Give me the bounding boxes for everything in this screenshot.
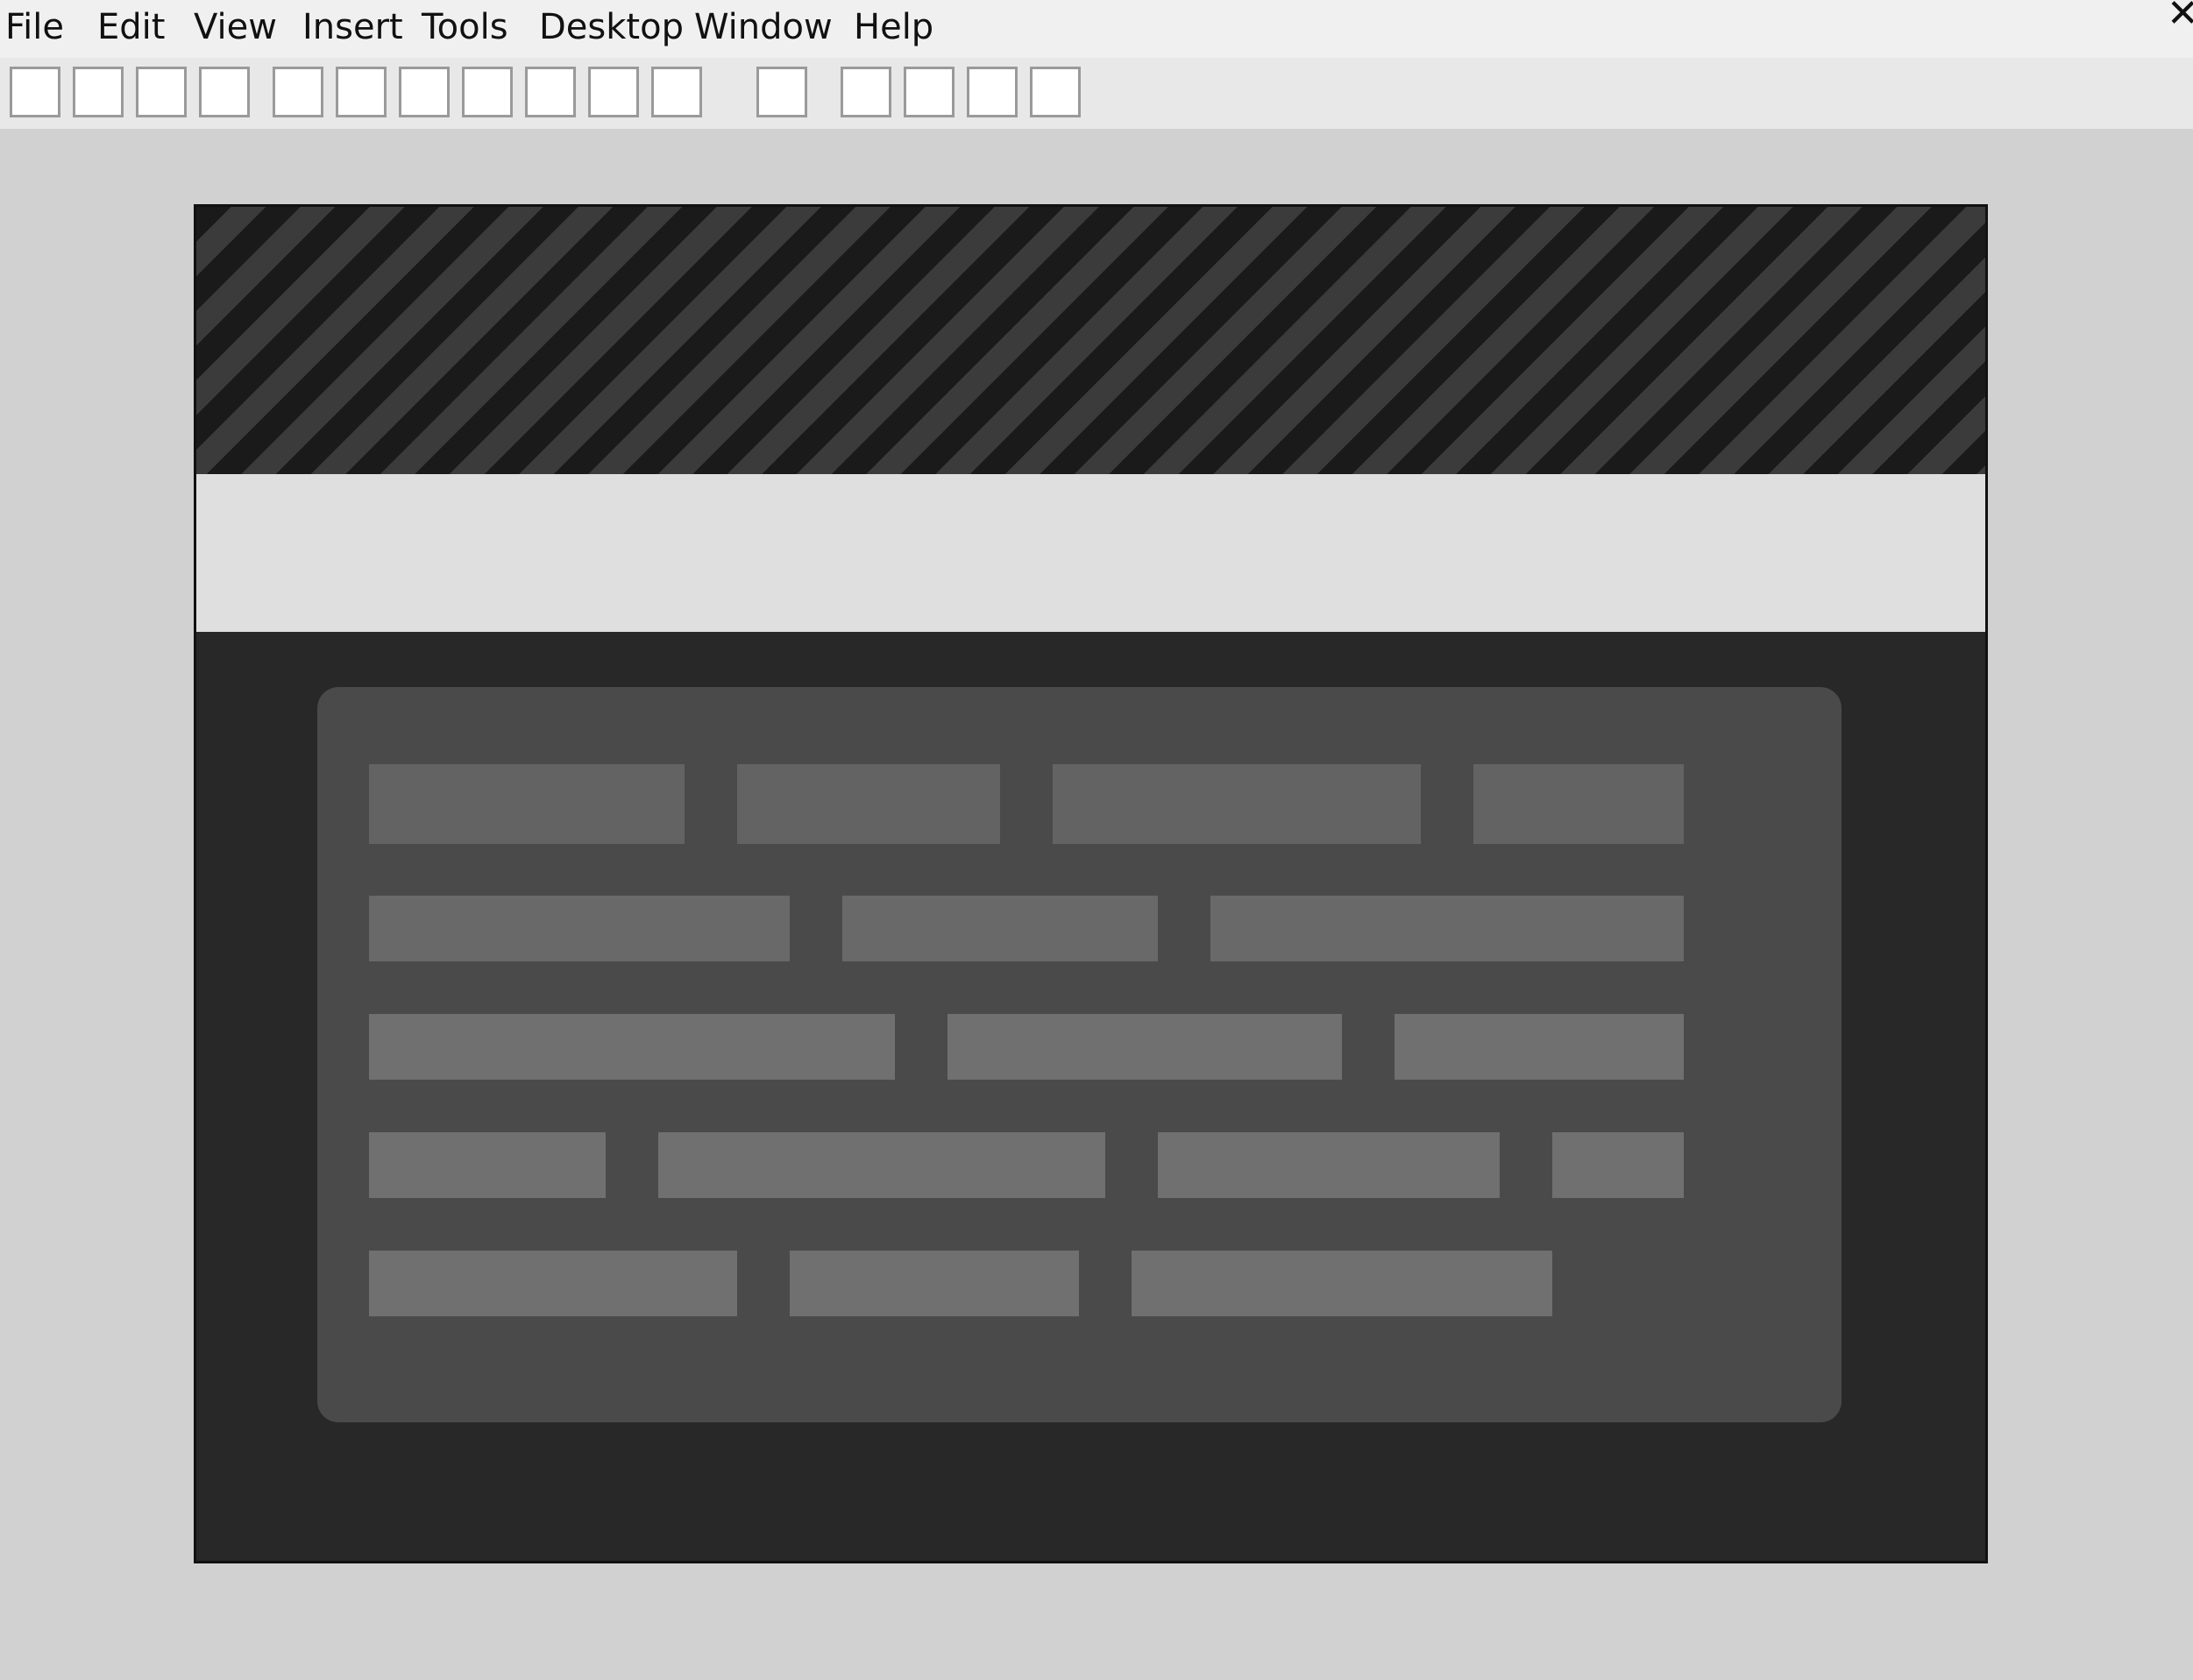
toolbar-button-15[interactable]	[967, 67, 1018, 117]
placeholder-block	[1158, 1132, 1500, 1198]
placeholder-block	[1132, 1251, 1552, 1316]
menu-file[interactable]: File	[5, 5, 64, 49]
menu-desktop[interactable]: Desktop	[539, 5, 684, 49]
placeholder-block	[1395, 1014, 1684, 1080]
placeholder-block	[1473, 764, 1684, 844]
toolbar-button-7[interactable]	[399, 67, 450, 117]
menu-edit[interactable]: Edit	[97, 5, 165, 49]
placeholder-block	[790, 1251, 1079, 1316]
placeholder-block	[737, 764, 1000, 844]
placeholder-block	[1552, 1132, 1684, 1198]
toolbar-button-11[interactable]	[651, 67, 702, 117]
placeholder-block	[842, 896, 1158, 961]
figure-canvas[interactable]	[194, 204, 1988, 1563]
light-band	[196, 474, 1985, 632]
toolbar-button-8[interactable]	[462, 67, 513, 117]
menu-tools[interactable]: Tools	[422, 5, 508, 49]
toolbar-button-10[interactable]	[588, 67, 639, 117]
placeholder-block	[658, 1132, 1105, 1198]
toolbar-button-3[interactable]	[136, 67, 187, 117]
striped-header-panel	[196, 207, 1985, 474]
toolbar-button-4[interactable]	[199, 67, 250, 117]
toolbar-button-14[interactable]	[904, 67, 955, 117]
menu-help[interactable]: Help	[854, 5, 933, 49]
placeholder-block	[369, 1132, 606, 1198]
content-card	[317, 687, 1842, 1422]
toolbar-button-13[interactable]	[841, 67, 891, 117]
toolbar-button-16[interactable]	[1030, 67, 1081, 117]
menu-insert[interactable]: Insert	[302, 5, 403, 49]
menu-window[interactable]: Window	[694, 5, 833, 49]
toolbar-button-2[interactable]	[73, 67, 124, 117]
placeholder-block	[369, 764, 685, 844]
close-icon[interactable]: ✕	[2167, 0, 2193, 36]
placeholder-block	[947, 1014, 1342, 1080]
placeholder-block	[1053, 764, 1421, 844]
toolbar-button-9[interactable]	[525, 67, 576, 117]
toolbar-button-12[interactable]	[756, 67, 807, 117]
placeholder-block	[1210, 896, 1684, 961]
menu-bar: File Edit View Insert Tools Desktop Wind…	[0, 0, 2193, 58]
placeholder-block	[369, 896, 790, 961]
toolbar-button-5[interactable]	[273, 67, 323, 117]
placeholder-block	[369, 1251, 737, 1316]
toolbar-button-1[interactable]	[10, 67, 60, 117]
toolbar-button-6[interactable]	[336, 67, 387, 117]
menu-view[interactable]: View	[194, 5, 277, 49]
toolbar	[0, 58, 2193, 129]
placeholder-block	[369, 1014, 895, 1080]
